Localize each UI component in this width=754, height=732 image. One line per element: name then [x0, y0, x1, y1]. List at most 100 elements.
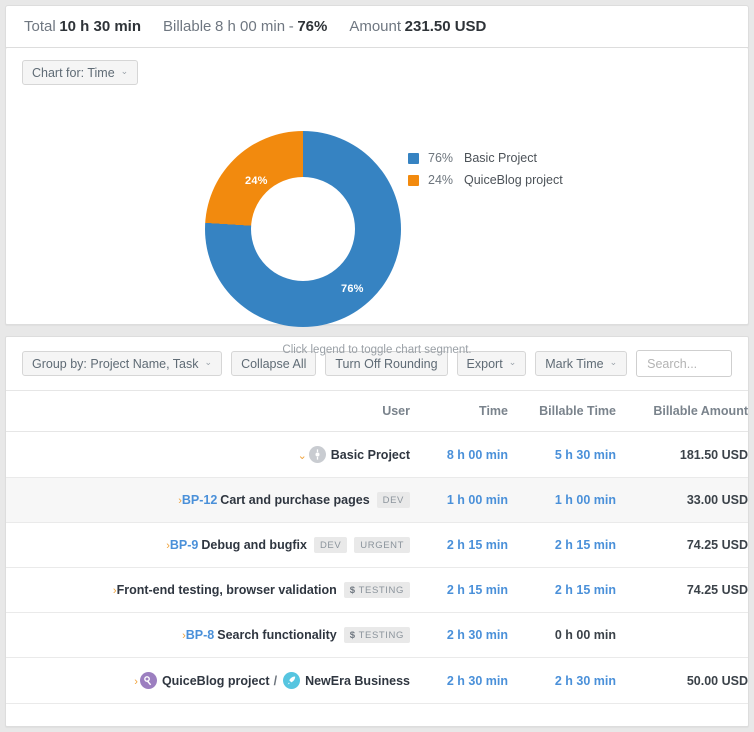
summary-amount-label: Amount	[349, 18, 401, 35]
tag-label: URGENT	[360, 540, 404, 551]
summary-billable-percent: 76%	[297, 18, 327, 35]
task-key-link[interactable]: BP-8	[186, 628, 214, 642]
cell-time: 2 h 15 min	[410, 523, 508, 568]
time-value[interactable]: 1 h 00 min	[447, 493, 508, 507]
column-header-time[interactable]: Time	[410, 391, 508, 432]
chevron-down-icon: ⌄	[610, 358, 618, 367]
cell-billable-time: 2 h 15 min	[508, 523, 616, 568]
avatar	[140, 672, 157, 689]
table-row[interactable]: ›BP-9Debug and bugfix DEV URGENT 2 h 15 min…	[6, 523, 748, 568]
table-row[interactable]: ›BP-12Cart and purchase pages DEV 1 h 00 m…	[6, 478, 748, 523]
task-name[interactable]: Search functionality	[217, 628, 336, 642]
column-header-billable-time[interactable]: Billable Time	[508, 391, 616, 432]
summary-billable: Billable 8 h 00 min - 76%	[163, 18, 327, 35]
tag-badge[interactable]: DEV	[377, 492, 410, 508]
column-header-user[interactable]: User	[6, 391, 410, 432]
table-row[interactable]: ›BP-8Search functionality $TESTING 2 h 30 …	[6, 613, 748, 658]
chart-note: Click legend to toggle chart segment.	[6, 344, 748, 356]
chevron-right-icon[interactable]: ›	[157, 541, 170, 552]
task-name[interactable]: Cart and purchase pages	[220, 493, 369, 507]
mark-time-label: Mark Time	[545, 357, 603, 371]
chart-for-button[interactable]: Chart for: Time ⌄	[22, 60, 138, 85]
group-by-label: Group by: Project Name, Task	[32, 357, 199, 371]
time-value[interactable]: 2 h 30 min	[447, 628, 508, 642]
avatar	[283, 672, 300, 689]
cell-time: 2 h 30 min	[410, 613, 508, 658]
donut-chart: 76% 24%	[205, 131, 401, 327]
chart-toolbar: Chart for: Time ⌄	[6, 48, 748, 85]
summary-amount-value: 231.50 USD	[405, 18, 487, 35]
table-row[interactable]: ⌄ Basic Project 8 h 00 min 5 h 30 min181.50…	[6, 432, 748, 478]
project-name[interactable]: QuiceBlog project	[162, 674, 270, 688]
chevron-right-icon[interactable]: ›	[125, 677, 138, 688]
time-value[interactable]: 2 h 15 min	[447, 583, 508, 597]
summary-bar: Total 10 h 30 min Billable 8 h 00 min - …	[5, 5, 749, 48]
summary-total: Total 10 h 30 min	[24, 18, 141, 35]
legend-label: Basic Project	[464, 151, 537, 165]
task-name[interactable]: Front-end testing, browser validation	[117, 583, 337, 597]
avatar	[309, 446, 326, 463]
task-name[interactable]: Debug and bugfix	[201, 538, 307, 552]
tag-label: DEV	[383, 495, 404, 506]
cell-billable-time: 1 h 00 min	[508, 478, 616, 523]
cell-user: ›Front-end testing, browser validation $T…	[6, 568, 410, 613]
cell-billable-amount	[616, 613, 748, 658]
donut-slice-label-1: 24%	[245, 175, 268, 187]
billable-time-value[interactable]: 2 h 15 min	[555, 538, 616, 552]
legend-item-0[interactable]: 76%Basic Project	[408, 147, 563, 169]
chevron-right-icon[interactable]: ›	[104, 586, 117, 597]
cell-billable-time: 2 h 30 min	[508, 658, 616, 704]
cell-user: ⌄ Basic Project	[6, 432, 410, 478]
cell-billable-amount: 74.25 USD	[616, 568, 748, 613]
name-separator: /	[274, 674, 277, 688]
chevron-down-icon: ⌄	[121, 67, 129, 76]
task-key-link[interactable]: BP-12	[182, 493, 217, 507]
cell-user: › QuiceBlog project / NewEra Business	[6, 658, 410, 704]
summary-billable-label: Billable	[163, 18, 211, 35]
billable-time-value[interactable]: 2 h 30 min	[555, 674, 616, 688]
legend-swatch-icon	[408, 175, 419, 186]
export-label: Export	[467, 357, 503, 371]
column-header-billable-amount[interactable]: Billable Amount	[616, 391, 748, 432]
billable-time-value[interactable]: 5 h 30 min	[555, 448, 616, 462]
tag-badge[interactable]: URGENT	[354, 537, 410, 553]
report-page: Total 10 h 30 min Billable 8 h 00 min - …	[0, 5, 754, 732]
task-key-link[interactable]: BP-9	[170, 538, 198, 552]
table-row[interactable]: ›Front-end testing, browser validation $T…	[6, 568, 748, 613]
chevron-right-icon[interactable]: ›	[169, 496, 182, 507]
table-row[interactable]: › QuiceBlog project / NewEra Business 2 h 30…	[6, 658, 748, 704]
summary-total-label: Total	[24, 18, 56, 35]
tag-badge[interactable]: $TESTING	[344, 627, 410, 643]
chevron-right-icon[interactable]: ›	[173, 631, 186, 642]
time-value[interactable]: 2 h 15 min	[447, 538, 508, 552]
table-header: User Time Billable Time Billable Amount	[6, 391, 748, 432]
chart-for-label: Chart for: Time	[32, 66, 115, 80]
tag-label: TESTING	[359, 585, 404, 596]
legend-item-1[interactable]: 24%QuiceBlog project	[408, 169, 563, 191]
client-name[interactable]: NewEra Business	[305, 674, 410, 688]
chevron-down-icon: ⌄	[205, 358, 213, 367]
cell-time: 2 h 30 min	[410, 658, 508, 704]
cell-time: 1 h 00 min	[410, 478, 508, 523]
project-name[interactable]: Basic Project	[331, 448, 410, 462]
billable-time-value[interactable]: 2 h 15 min	[555, 583, 616, 597]
legend-label: QuiceBlog project	[464, 173, 563, 187]
time-value[interactable]: 8 h 00 min	[447, 448, 508, 462]
donut-slice-label-0: 76%	[341, 283, 364, 295]
cell-user: ›BP-9Debug and bugfix DEV URGENT	[6, 523, 410, 568]
billable-time-value: 0 h 00 min	[555, 628, 616, 642]
tag-badge[interactable]: DEV	[314, 537, 347, 553]
billable-time-value[interactable]: 1 h 00 min	[555, 493, 616, 507]
tag-label: DEV	[320, 540, 341, 551]
billable-amount-value: 74.25 USD	[687, 538, 748, 552]
billable-dollar-icon: $	[350, 585, 356, 596]
summary-amount: Amount 231.50 USD	[349, 18, 486, 35]
tag-badge[interactable]: $TESTING	[344, 582, 410, 598]
chevron-down-icon[interactable]: ⌄	[294, 451, 307, 462]
report-table-card: Group by: Project Name, Task ⌄ Collapse …	[5, 336, 749, 727]
billable-amount-value: 50.00 USD	[687, 674, 748, 688]
summary-total-value: 10 h 30 min	[59, 18, 141, 35]
cell-billable-amount: 181.50 USD	[616, 432, 748, 478]
donut-ring[interactable]	[205, 131, 401, 327]
time-value[interactable]: 2 h 30 min	[447, 674, 508, 688]
